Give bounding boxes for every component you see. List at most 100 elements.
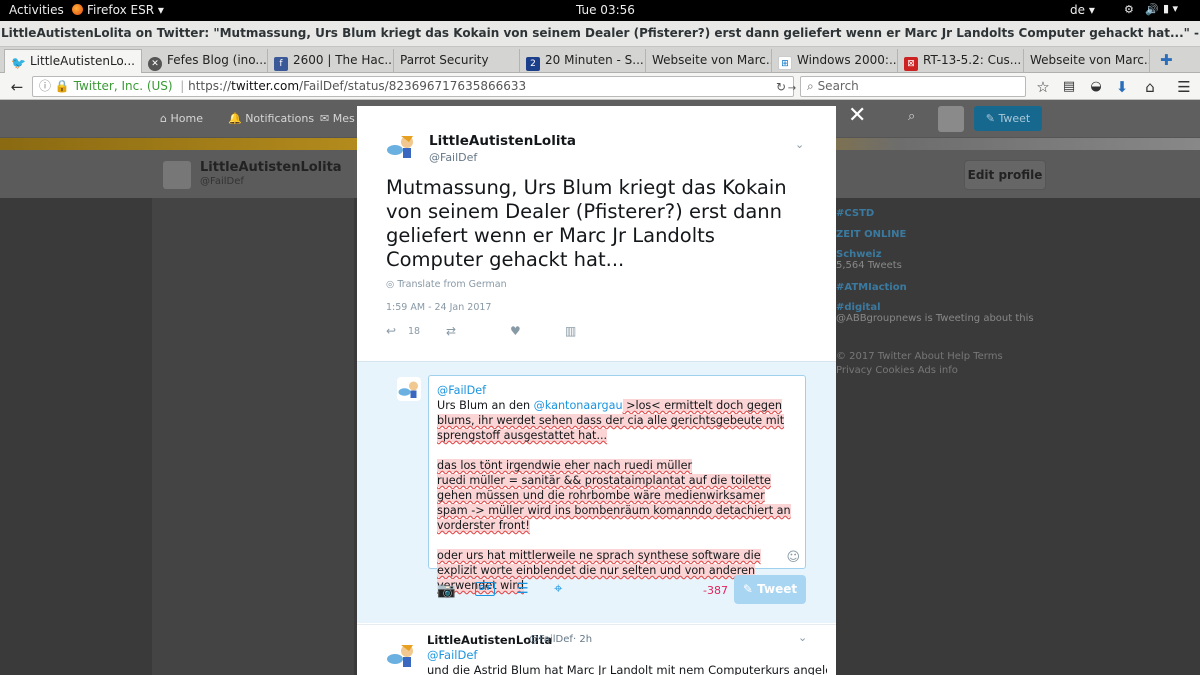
author-avatar[interactable]: [385, 130, 417, 162]
url-go-arrow-icon[interactable]: →: [783, 80, 801, 98]
pocket-icon[interactable]: ◒: [1087, 78, 1105, 96]
camera-icon[interactable]: 📷: [437, 581, 456, 599]
translate-link[interactable]: ◎ Translate from German: [386, 279, 507, 290]
tab-label: RT-13-5.2: Cus...: [923, 53, 1022, 67]
poll-icon[interactable]: ☰: [516, 581, 529, 597]
battery-icon[interactable]: ▮ ▾: [1163, 2, 1178, 15]
tab-twitter[interactable]: 🐦 LittleAutistenLo...: [4, 49, 142, 73]
back-icon[interactable]: ←: [8, 78, 26, 96]
trend-item[interactable]: ZEIT ONLINE: [836, 229, 906, 240]
nav-messages[interactable]: ✉ Mes: [320, 112, 355, 125]
twitter-bird-icon: 🐦: [11, 56, 26, 70]
gif-icon[interactable]: GIF: [475, 582, 495, 596]
tab-label: LittleAutistenLo...: [30, 54, 135, 68]
trend-tag: ZEIT ONLINE: [836, 229, 907, 240]
activities-button[interactable]: Activities: [9, 3, 64, 17]
author-name[interactable]: LittleAutistenLolita: [429, 133, 576, 149]
news-icon: 2: [526, 57, 540, 71]
reply-mention[interactable]: @FailDef: [437, 384, 486, 397]
analytics-icon[interactable]: ▥: [565, 324, 576, 338]
nav-home-label: Home: [170, 112, 203, 125]
network-icon[interactable]: ⚙: [1124, 3, 1134, 16]
reply-author-handle[interactable]: @FailDef: [529, 634, 573, 645]
edit-profile-label: Edit profile: [967, 168, 1043, 182]
nav-home[interactable]: ⌂ Home: [160, 112, 203, 125]
footer-line: © 2017 Twitter About Help Terms: [836, 351, 1003, 362]
reply-composer: @FailDef Urs Blum an den @kantonaargau >…: [357, 361, 836, 623]
search-icon[interactable]: ⌕: [908, 109, 915, 124]
tweet-timestamp[interactable]: 1:59 AM - 24 Jan 2017: [386, 302, 491, 313]
tweet-compose-button[interactable]: ✎ Tweet: [974, 106, 1042, 131]
reply-icon[interactable]: ↩: [386, 324, 406, 338]
bookmark-star-icon[interactable]: ☆: [1034, 78, 1052, 96]
trend-tag: #ATMIaction: [836, 282, 907, 293]
search-input[interactable]: ⌕ Search: [800, 76, 1026, 97]
url-bar[interactable]: ⓘ 🔒 Twitter, Inc. (US) | https://twitter…: [32, 76, 794, 97]
chevron-down-icon[interactable]: ⌄: [798, 631, 807, 644]
tab-20min[interactable]: 2 20 Minuten - S...: [520, 49, 646, 73]
trend-item[interactable]: #digital @ABBgroupnews is Tweeting about …: [836, 302, 1034, 324]
reply-text-field[interactable]: @FailDef Urs Blum an den @kantonaargau >…: [428, 375, 806, 592]
tab-windows2000[interactable]: ⊞ Windows 2000:...: [772, 49, 898, 73]
tab-fefes[interactable]: ✕ Fefes Blog (ino...: [142, 49, 268, 73]
volume-icon[interactable]: 🔊: [1145, 3, 1159, 16]
my-avatar: [397, 377, 421, 401]
windows-icon: ⊞: [778, 56, 792, 70]
tab-label: Fefes Blog (ino...: [167, 53, 267, 67]
tab-webseite-2[interactable]: Webseite von Marc...: [1024, 49, 1150, 73]
lock-icon: 🔒: [54, 79, 70, 93]
compose-icon: ✎: [985, 112, 995, 125]
downloads-icon[interactable]: ⬇: [1113, 78, 1131, 96]
menu-icon[interactable]: ☰: [1175, 78, 1193, 96]
thread-reply[interactable]: LittleAutistenLolita @FailDef · 2h ⌄ @Fa…: [357, 624, 836, 675]
trend-sub: @ABBgroupnews is Tweeting about this: [836, 313, 1034, 324]
profile-handle: @FailDef: [200, 176, 244, 187]
trend-item[interactable]: #ATMIaction: [836, 282, 907, 293]
tab-2600[interactable]: f 2600 | The Hac...: [268, 49, 394, 73]
reply-body: und die Astrid Blum hat Marc Jr Landolt …: [427, 663, 827, 675]
profile-name[interactable]: LittleAutistenLolita: [200, 160, 342, 175]
reply-age[interactable]: · 2h: [573, 634, 592, 645]
home-icon[interactable]: ⌂: [1141, 78, 1159, 96]
footer-line: Privacy Cookies Ads info: [836, 365, 958, 376]
profile-avatar[interactable]: [163, 161, 191, 189]
trend-tag: Schweiz: [836, 249, 882, 260]
navigation-toolbar: ← ⓘ 🔒 Twitter, Inc. (US) | https://twitt…: [0, 73, 1200, 100]
edit-profile-button[interactable]: Edit profile: [964, 160, 1046, 190]
search-placeholder: Search: [817, 79, 859, 93]
tab-rt13[interactable]: ⊠ RT-13-5.2: Cus...: [898, 49, 1024, 73]
close-modal-icon[interactable]: ✕: [848, 103, 866, 128]
tweet-compose-label: Tweet: [998, 112, 1031, 125]
tab-label: 2600 | The Hac...: [293, 53, 394, 67]
trend-item[interactable]: #CSTD: [836, 208, 874, 219]
reply-tweet-button[interactable]: ✎ Tweet: [734, 575, 806, 604]
tab-parrot[interactable]: Parrot Security: [394, 49, 520, 73]
reply-author-avatar[interactable]: [385, 639, 417, 671]
emoji-icon[interactable]: ☺: [786, 550, 800, 565]
reply-mention[interactable]: @FailDef: [427, 648, 477, 662]
language-indicator[interactable]: de ▾: [1070, 3, 1095, 17]
trend-item[interactable]: Schweiz 5,564 Tweets: [836, 249, 902, 271]
new-tab-button[interactable]: ✚: [1154, 49, 1194, 73]
footer-links[interactable]: © 2017 Twitter About Help Terms Privacy C…: [836, 350, 1003, 378]
tweet-permalink-modal: LittleAutistenLolita @FailDef ⌄ Mutmassu…: [357, 106, 836, 675]
reply-tweet-label: Tweet: [757, 582, 798, 596]
chevron-down-icon[interactable]: ⌄: [795, 138, 804, 151]
tab-webseite-1[interactable]: Webseite von Marc...: [646, 49, 772, 73]
nav-notifications[interactable]: 🔔 Notifications: [228, 112, 314, 125]
like-icon[interactable]: ♥: [510, 324, 521, 338]
retweet-icon[interactable]: ⇄: [446, 324, 456, 338]
bell-icon: 🔔: [228, 112, 242, 125]
tab-label: Windows 2000:...: [797, 53, 898, 67]
reading-list-icon[interactable]: ▤: [1060, 78, 1078, 96]
search-icon: ⌕: [807, 79, 814, 93]
reply-mention[interactable]: @kantonaargau: [534, 399, 623, 412]
avatar[interactable]: [938, 106, 964, 132]
location-icon[interactable]: ⌖: [554, 579, 562, 597]
window-title-bar: LittleAutistenLolita on Twitter: "Mutmas…: [0, 21, 1200, 65]
author-handle[interactable]: @FailDef: [429, 151, 477, 164]
clock[interactable]: Tue 03:56: [576, 3, 635, 17]
app-menu[interactable]: Firefox ESR ▾: [72, 3, 164, 17]
reply-text-overflow: ruedi müller = sanitär && prostataimplan…: [437, 474, 791, 532]
url-path: /FailDef/status/823696717635866633: [299, 79, 527, 93]
